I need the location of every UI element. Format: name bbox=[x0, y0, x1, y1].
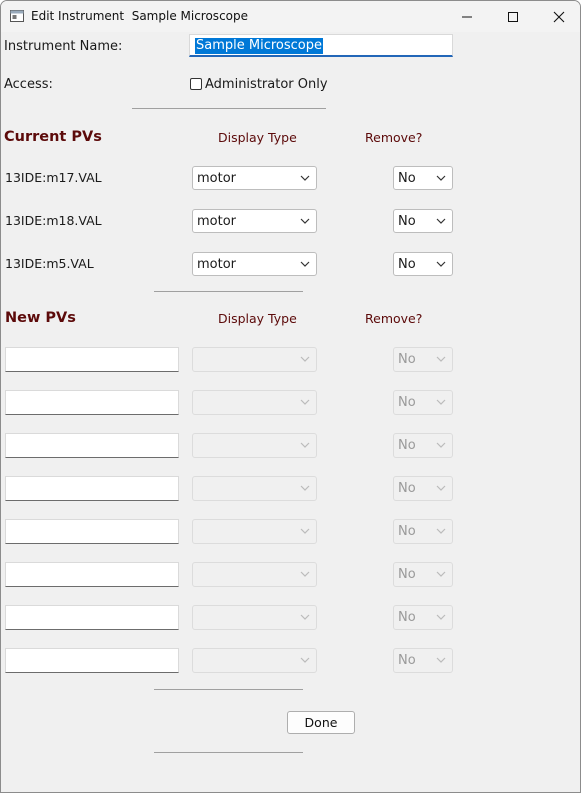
current-pv-display-type-select[interactable]: motor bbox=[192, 166, 317, 190]
chevron-down-icon bbox=[300, 528, 310, 534]
new-pv-display-type-select[interactable] bbox=[192, 476, 317, 501]
edit-instrument-window: Edit Instrument Sample Microscope Instru… bbox=[0, 0, 581, 793]
chevron-down-icon bbox=[436, 356, 446, 362]
current-pv-display-type-value: motor bbox=[197, 171, 237, 186]
chevron-down-icon bbox=[300, 485, 310, 491]
chevron-down-icon bbox=[300, 175, 310, 181]
new-pv-remove-value: No bbox=[398, 524, 416, 539]
chevron-down-icon bbox=[436, 175, 446, 181]
current-pv-remove-value: No bbox=[398, 214, 416, 229]
administrator-only-checkbox[interactable] bbox=[190, 78, 202, 90]
close-icon bbox=[553, 11, 565, 22]
new-pv-remove-value: No bbox=[398, 481, 416, 496]
new-pv-name-input[interactable] bbox=[5, 433, 179, 458]
current-pv-display-type-select[interactable]: motor bbox=[192, 252, 317, 276]
current-pv-remove-value: No bbox=[398, 257, 416, 272]
new-pv-name-input[interactable] bbox=[5, 648, 179, 673]
chevron-down-icon bbox=[300, 614, 310, 620]
done-button[interactable]: Done bbox=[287, 711, 355, 734]
new-pv-display-type-select[interactable] bbox=[192, 347, 317, 372]
title-bar: Edit Instrument Sample Microscope bbox=[1, 1, 580, 32]
new-pv-remove-value: No bbox=[398, 352, 416, 367]
current-pv-display-type-select[interactable]: motor bbox=[192, 209, 317, 233]
current-remove-header: Remove? bbox=[365, 130, 423, 145]
new-pv-display-type-select[interactable] bbox=[192, 605, 317, 630]
new-pv-remove-select[interactable]: No bbox=[393, 433, 453, 458]
current-display-type-header: Display Type bbox=[218, 130, 297, 145]
chevron-down-icon bbox=[300, 442, 310, 448]
new-pv-remove-value: No bbox=[398, 653, 416, 668]
new-pv-name-input[interactable] bbox=[5, 390, 179, 415]
new-pv-display-type-select[interactable] bbox=[192, 390, 317, 415]
new-display-type-header: Display Type bbox=[218, 311, 297, 326]
separator bbox=[132, 108, 326, 109]
new-pv-display-type-select[interactable] bbox=[192, 519, 317, 544]
new-pv-remove-value: No bbox=[398, 395, 416, 410]
window-app-icon bbox=[10, 10, 24, 22]
separator bbox=[154, 752, 303, 753]
new-remove-header: Remove? bbox=[365, 311, 423, 326]
new-pv-display-type-select[interactable] bbox=[192, 648, 317, 673]
chevron-down-icon bbox=[436, 657, 446, 663]
maximize-button[interactable] bbox=[490, 1, 536, 32]
minimize-icon bbox=[462, 16, 472, 17]
chevron-down-icon bbox=[436, 218, 446, 224]
new-pv-name-input[interactable] bbox=[5, 347, 179, 372]
separator bbox=[154, 689, 303, 690]
new-pv-name-input[interactable] bbox=[5, 562, 179, 587]
current-pv-name: 13IDE:m5.VAL bbox=[5, 256, 94, 271]
window-title: Edit Instrument Sample Microscope bbox=[31, 9, 249, 23]
chevron-down-icon bbox=[436, 528, 446, 534]
new-pv-remove-select[interactable]: No bbox=[393, 347, 453, 372]
chevron-down-icon bbox=[300, 261, 310, 267]
chevron-down-icon bbox=[436, 485, 446, 491]
new-pv-remove-select[interactable]: No bbox=[393, 562, 453, 587]
new-pv-remove-value: No bbox=[398, 567, 416, 582]
new-pvs-title: New PVs bbox=[5, 310, 76, 326]
chevron-down-icon bbox=[436, 614, 446, 620]
new-pv-remove-value: No bbox=[398, 610, 416, 625]
current-pv-name: 13IDE:m18.VAL bbox=[5, 213, 102, 228]
new-pv-remove-select[interactable]: No bbox=[393, 648, 453, 673]
chevron-down-icon bbox=[436, 442, 446, 448]
separator bbox=[154, 291, 303, 292]
chevron-down-icon bbox=[300, 356, 310, 362]
instrument-name-input[interactable]: Sample Microscope bbox=[189, 34, 453, 57]
new-pv-name-input[interactable] bbox=[5, 519, 179, 544]
current-pv-display-type-value: motor bbox=[197, 257, 237, 272]
new-pv-remove-select[interactable]: No bbox=[393, 390, 453, 415]
access-label: Access: bbox=[4, 77, 53, 92]
chevron-down-icon bbox=[436, 261, 446, 267]
minimize-button[interactable] bbox=[444, 1, 490, 32]
chevron-down-icon bbox=[300, 218, 310, 224]
current-pv-display-type-value: motor bbox=[197, 214, 237, 229]
close-button[interactable] bbox=[536, 1, 580, 32]
new-pv-display-type-select[interactable] bbox=[192, 433, 317, 458]
current-pv-name: 13IDE:m17.VAL bbox=[5, 170, 102, 185]
new-pv-name-input[interactable] bbox=[5, 476, 179, 501]
chevron-down-icon bbox=[300, 399, 310, 405]
new-pv-remove-value: No bbox=[398, 438, 416, 453]
administrator-only-label: Administrator Only bbox=[205, 77, 328, 92]
current-pv-remove-select[interactable]: No bbox=[393, 209, 453, 233]
chevron-down-icon bbox=[300, 571, 310, 577]
current-pv-remove-value: No bbox=[398, 171, 416, 186]
chevron-down-icon bbox=[300, 657, 310, 663]
new-pv-name-input[interactable] bbox=[5, 605, 179, 630]
current-pv-remove-select[interactable]: No bbox=[393, 166, 453, 190]
maximize-icon bbox=[508, 11, 518, 22]
new-pv-remove-select[interactable]: No bbox=[393, 605, 453, 630]
instrument-name-value: Sample Microscope bbox=[195, 38, 323, 54]
current-pv-remove-select[interactable]: No bbox=[393, 252, 453, 276]
chevron-down-icon bbox=[436, 399, 446, 405]
new-pv-display-type-select[interactable] bbox=[192, 562, 317, 587]
new-pv-remove-select[interactable]: No bbox=[393, 476, 453, 501]
new-pv-remove-select[interactable]: No bbox=[393, 519, 453, 544]
current-pvs-title: Current PVs bbox=[4, 129, 102, 145]
chevron-down-icon bbox=[436, 571, 446, 577]
instrument-name-label: Instrument Name: bbox=[4, 39, 123, 54]
